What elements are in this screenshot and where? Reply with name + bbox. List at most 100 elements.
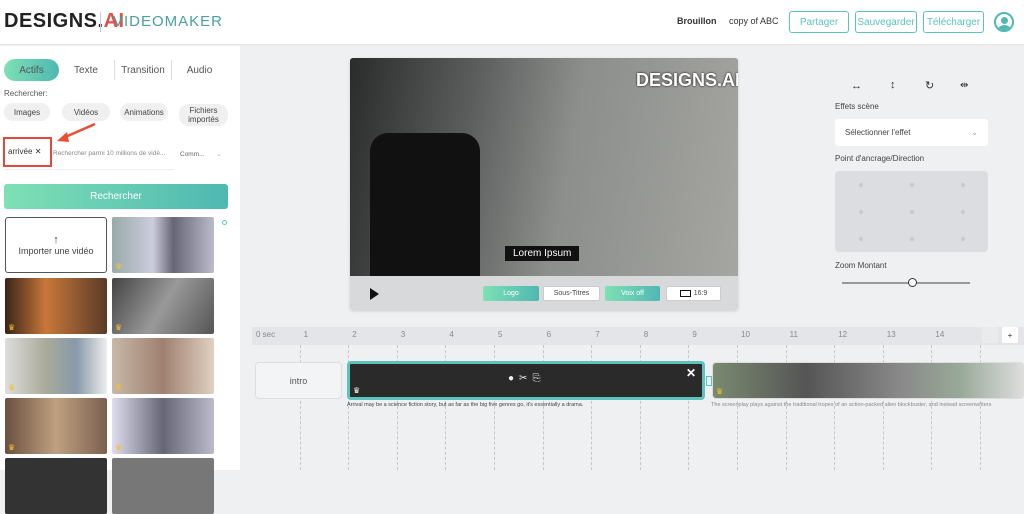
anchor-point[interactable] (858, 182, 863, 187)
voiceover-toggle[interactable]: Voix off (605, 286, 660, 301)
video-thumbnail[interactable]: ♛ (112, 398, 214, 454)
search-label: Rechercher: (4, 89, 48, 98)
add-icon[interactable]: ⎘ (532, 373, 545, 384)
timeline-tick: 13 (886, 330, 896, 339)
remove-tag-icon[interactable]: ✕ (35, 147, 42, 156)
chevron-down-icon: ⌄ (971, 128, 978, 137)
video-clip[interactable]: ♛ (712, 362, 1024, 399)
tab-transition[interactable]: Transition (115, 59, 171, 81)
tab-texte[interactable]: Texte (62, 59, 110, 81)
upload-arrow-icon: ↑ (53, 234, 59, 246)
anchor-point[interactable] (960, 236, 965, 241)
tab-audio[interactable]: Audio (172, 59, 227, 81)
anchor-point[interactable] (960, 209, 965, 214)
timeline-tick: 12 (838, 330, 848, 339)
filter-videos[interactable]: Vidéos (62, 103, 110, 121)
annotation-arrow-icon (57, 122, 96, 142)
project-name[interactable]: copy of ABC (729, 16, 779, 26)
timeline-tick: 5 (498, 330, 503, 339)
zoom-slider-handle[interactable] (908, 278, 918, 287)
premium-crown-icon: ♛ (115, 262, 123, 271)
premium-crown-icon: ♛ (115, 443, 123, 452)
ratio-icon (679, 290, 691, 297)
aspect-ratio-button[interactable]: 16:9 (666, 286, 721, 301)
filter-imported-files[interactable]: Fichiers importés (179, 104, 228, 126)
caption-text[interactable]: Lorem Ipsum (505, 246, 580, 261)
zoom-slider[interactable] (842, 282, 970, 284)
video-thumbnail[interactable]: ♛ (5, 398, 107, 454)
timeline-tick: 14 (935, 330, 945, 339)
premium-crown-icon: ♛ (353, 386, 361, 395)
clip-tools: ●✂⎘ (508, 373, 545, 384)
anchor-point[interactable] (909, 209, 914, 214)
timeline-ruler[interactable] (252, 327, 1024, 345)
timeline-tick: 2 (352, 330, 357, 339)
clip-caption[interactable]: The screenplay plays against the traditi… (711, 402, 991, 408)
save-button[interactable]: Sauvegarder (855, 11, 917, 33)
anchor-label: Point d'ancrage/Direction (835, 154, 925, 163)
draft-status: Brouillon (677, 16, 717, 26)
timeline-tick: 6 (546, 330, 552, 339)
comment-icon[interactable]: ● (508, 373, 519, 384)
video-thumbnail[interactable]: ♛ (5, 278, 107, 334)
anchor-point[interactable] (960, 182, 965, 187)
video-thumbnail[interactable]: ♛ (112, 338, 214, 394)
logo-toggle[interactable]: Logo (483, 286, 539, 301)
video-thumbnail[interactable]: ♛ (5, 338, 107, 394)
tag-label: arrivée (8, 147, 33, 156)
flip-horizontal-icon[interactable]: ↔ (851, 80, 862, 92)
timeline-tick: 4 (449, 330, 454, 339)
tab-actifs[interactable]: Actifs (4, 59, 59, 81)
sort-value: Comm... (180, 151, 205, 158)
anchor-point[interactable] (858, 209, 863, 214)
intro-clip[interactable]: intro (255, 362, 342, 399)
filter-animations[interactable]: Animations (120, 103, 168, 121)
premium-crown-icon: ♛ (8, 383, 16, 392)
premium-crown-icon: ♛ (716, 387, 724, 396)
video-thumbnail[interactable] (5, 458, 107, 514)
timeline-tick: 9 (692, 330, 697, 339)
sort-select[interactable]: Comm... ⌄ (180, 150, 222, 158)
effects-select[interactable]: Sélectionner l'effet ⌄ (835, 119, 988, 146)
play-icon[interactable] (370, 288, 379, 300)
anchor-point[interactable] (858, 236, 863, 241)
anchor-point[interactable] (909, 182, 914, 187)
effects-select-value: Sélectionner l'effet (845, 128, 911, 137)
premium-crown-icon: ♛ (8, 443, 16, 452)
subtitles-toggle[interactable]: Sous-Titres (543, 286, 600, 301)
scissors-icon[interactable]: ✂ (519, 373, 532, 384)
mirror-icon[interactable]: ⇹ (960, 80, 968, 91)
timeline-tick: 10 (741, 330, 750, 339)
anchor-grid[interactable] (835, 171, 988, 252)
video-thumbnail[interactable]: ♛ (112, 217, 214, 273)
flip-vertical-icon[interactable]: ↕ (890, 79, 896, 91)
search-tag[interactable]: arrivée ✕ (8, 147, 41, 156)
anchor-point[interactable] (909, 236, 914, 241)
selected-clip[interactable]: ♛ ●✂⎘ ✕ (347, 361, 705, 400)
import-video-button[interactable]: ↑ Importer une vidéo (5, 217, 107, 273)
search-input[interactable]: Rechercher parmi 10 millions de vidé... (53, 150, 165, 157)
scrollbar[interactable] (222, 220, 227, 225)
zoom-out-button[interactable] (982, 327, 998, 343)
rotate-icon[interactable]: ↻ (925, 79, 934, 92)
clip-caption[interactable]: Arrival may be a science fiction story, … (347, 402, 583, 408)
video-thumbnail[interactable] (112, 458, 214, 514)
timeline-tick: 11 (789, 330, 798, 339)
timeline-tick: 7 (595, 330, 600, 339)
zoom-in-button[interactable]: + (1002, 327, 1018, 343)
ratio-label: 16:9 (693, 290, 708, 297)
download-button[interactable]: Télécharger (923, 11, 984, 33)
close-icon[interactable]: ✕ (686, 366, 696, 380)
suitcase (370, 133, 480, 276)
zoom-label: Zoom Montant (835, 261, 887, 270)
top-bar: DESIGNS.AI VIDEOMAKER Brouillon copy of … (0, 0, 1024, 45)
video-thumbnail[interactable]: ♛ (112, 278, 214, 334)
video-preview: DESIGNS.AI Lorem Ipsum (350, 58, 738, 310)
timeline-tick: 3 (400, 330, 406, 339)
search-button[interactable]: Rechercher (4, 184, 228, 209)
user-avatar-icon[interactable] (994, 12, 1014, 32)
share-button[interactable]: Partager (789, 11, 849, 33)
designs-ai-logo[interactable]: DESIGNS.AI (4, 10, 125, 33)
filter-images[interactable]: Images (4, 103, 50, 121)
effects-label: Effets scène (835, 102, 879, 111)
